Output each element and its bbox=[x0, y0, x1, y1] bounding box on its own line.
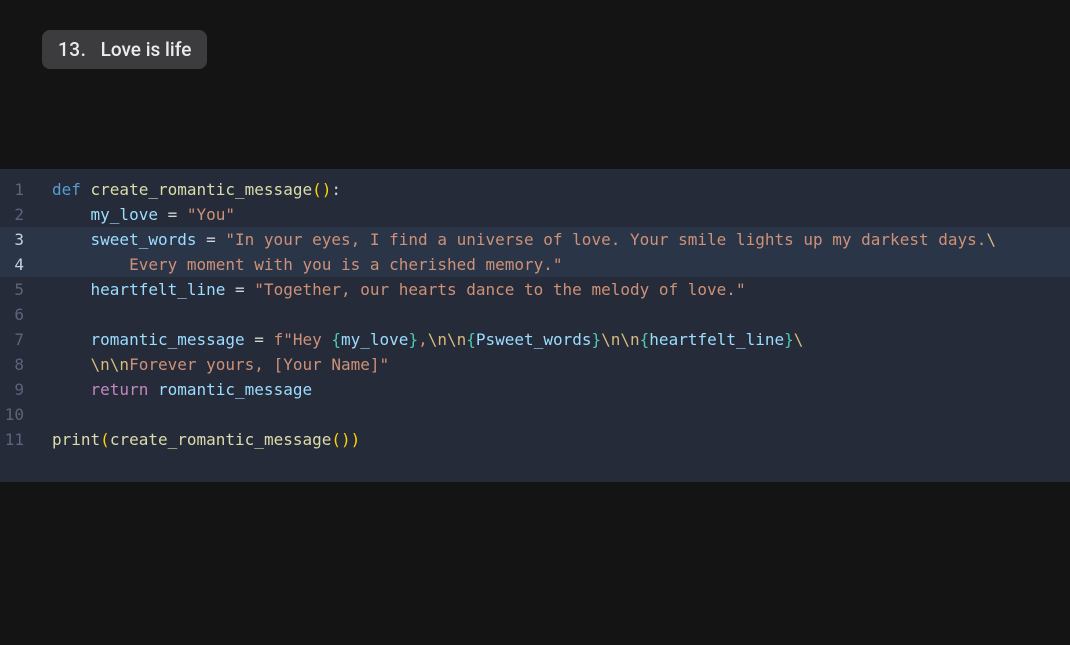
code-line[interactable]: 11print(create_romantic_message()) bbox=[0, 427, 1070, 452]
code-token: create_romantic_message bbox=[91, 180, 313, 199]
code-line[interactable]: 8 \n\nForever yours, [Your Name]" bbox=[0, 352, 1070, 377]
code-line[interactable]: 6 bbox=[0, 302, 1070, 327]
code-token: ( bbox=[312, 180, 322, 199]
title-badge: 13. Love is life bbox=[42, 30, 207, 69]
code-token: f"Hey bbox=[274, 330, 332, 349]
badge-title: Love is life bbox=[101, 38, 192, 61]
code-content[interactable]: print(create_romantic_message()) bbox=[36, 427, 360, 452]
code-token: } bbox=[591, 330, 601, 349]
code-token bbox=[52, 230, 91, 249]
code-token bbox=[52, 330, 91, 349]
line-number: 7 bbox=[0, 327, 36, 352]
code-token: return bbox=[91, 380, 158, 399]
code-token: { bbox=[331, 330, 341, 349]
code-token: heartfelt_line bbox=[91, 280, 236, 299]
code-token: = bbox=[168, 205, 187, 224]
line-number: 6 bbox=[0, 302, 36, 327]
code-token: \n\n bbox=[428, 330, 467, 349]
code-token: sweet_words bbox=[91, 230, 207, 249]
code-line[interactable]: 10 bbox=[0, 402, 1070, 427]
line-number: 5 bbox=[0, 277, 36, 302]
code-token: my_love bbox=[91, 205, 168, 224]
code-token: heartfelt_line bbox=[649, 330, 784, 349]
code-token: ) bbox=[351, 430, 361, 449]
code-token: def bbox=[52, 180, 91, 199]
code-content[interactable] bbox=[36, 402, 52, 427]
code-token: "In your eyes, I find a universe of love… bbox=[225, 230, 986, 249]
code-line[interactable]: 9 return romantic_message bbox=[0, 377, 1070, 402]
code-token: = bbox=[235, 280, 254, 299]
code-token: \ bbox=[794, 330, 804, 349]
line-number: 11 bbox=[0, 427, 36, 452]
code-content[interactable]: def create_romantic_message(): bbox=[36, 177, 341, 202]
code-line[interactable]: 4 Every moment with you is a cherished m… bbox=[0, 252, 1070, 277]
code-token: my_love bbox=[341, 330, 408, 349]
code-token: { bbox=[640, 330, 650, 349]
code-token: romantic_message bbox=[158, 380, 312, 399]
code-token bbox=[52, 355, 91, 374]
code-line[interactable]: 2 my_love = "You" bbox=[0, 202, 1070, 227]
line-number: 8 bbox=[0, 352, 36, 377]
code-token bbox=[52, 280, 91, 299]
code-token: ( bbox=[100, 430, 110, 449]
code-token: } bbox=[408, 330, 418, 349]
badge-number: 13. bbox=[58, 38, 86, 61]
code-token: { bbox=[466, 330, 476, 349]
code-token: Psweet_words bbox=[476, 330, 592, 349]
code-line[interactable]: 5 heartfelt_line = "Together, our hearts… bbox=[0, 277, 1070, 302]
code-line[interactable]: 7 romantic_message = f"Hey {my_love},\n\… bbox=[0, 327, 1070, 352]
code-content[interactable] bbox=[36, 302, 52, 327]
line-number: 4 bbox=[0, 252, 36, 277]
line-number: 1 bbox=[0, 177, 36, 202]
code-line[interactable]: 3 sweet_words = "In your eyes, I find a … bbox=[0, 227, 1070, 252]
code-token: "Together, our hearts dance to the melod… bbox=[254, 280, 745, 299]
code-content[interactable]: sweet_words = "In your eyes, I find a un… bbox=[36, 227, 996, 252]
code-token: romantic_message bbox=[91, 330, 255, 349]
code-token: Forever yours, [Your Name]" bbox=[129, 355, 389, 374]
line-number: 9 bbox=[0, 377, 36, 402]
code-token: \n\n bbox=[91, 355, 130, 374]
code-token: \n\n bbox=[601, 330, 640, 349]
code-line[interactable]: 1def create_romantic_message(): bbox=[0, 177, 1070, 202]
code-token: "You" bbox=[187, 205, 235, 224]
code-token: } bbox=[784, 330, 794, 349]
code-token: ) bbox=[341, 430, 351, 449]
code-content[interactable]: my_love = "You" bbox=[36, 202, 235, 227]
code-token: = bbox=[254, 330, 273, 349]
code-content[interactable]: romantic_message = f"Hey {my_love},\n\n{… bbox=[36, 327, 803, 352]
code-token: create_romantic_message bbox=[110, 430, 332, 449]
code-content[interactable]: Every moment with you is a cherished mem… bbox=[36, 252, 563, 277]
code-token: print bbox=[52, 430, 100, 449]
line-number: 2 bbox=[0, 202, 36, 227]
code-token: = bbox=[206, 230, 225, 249]
code-token: \ bbox=[986, 230, 996, 249]
code-content[interactable]: return romantic_message bbox=[36, 377, 312, 402]
line-number: 10 bbox=[0, 402, 36, 427]
code-token bbox=[52, 380, 91, 399]
code-token: : bbox=[331, 180, 341, 199]
code-token: ) bbox=[322, 180, 332, 199]
code-token bbox=[52, 205, 91, 224]
code-content[interactable]: \n\nForever yours, [Your Name]" bbox=[36, 352, 389, 377]
code-token: , bbox=[418, 330, 428, 349]
code-token: Every moment with you is a cherished mem… bbox=[52, 255, 563, 274]
code-editor[interactable]: 1def create_romantic_message():2 my_love… bbox=[0, 169, 1070, 482]
code-content[interactable]: heartfelt_line = "Together, our hearts d… bbox=[36, 277, 746, 302]
line-number: 3 bbox=[0, 227, 36, 252]
code-token: ( bbox=[331, 430, 341, 449]
